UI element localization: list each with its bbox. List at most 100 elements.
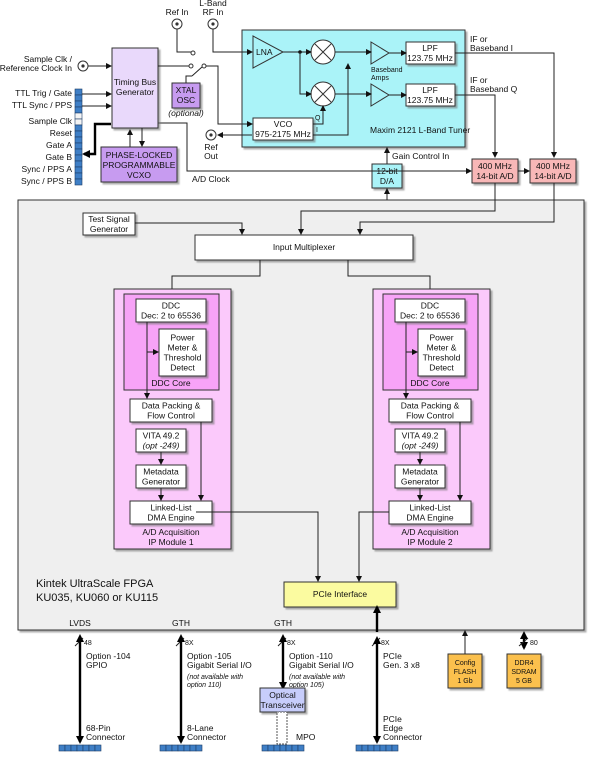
power-meter-box-text: Power: [170, 333, 194, 343]
svg-text:400 MHz: 400 MHz: [478, 161, 512, 171]
ddc-core-label: DDC Core: [410, 378, 449, 388]
svg-text:123.75 MHz: 123.75 MHz: [407, 53, 453, 63]
metadata-box-text: Metadata: [143, 467, 179, 477]
acquisition-module-1: DDC Core DDCDec: 2 to 65536 PowerMeter &Th…: [113, 288, 232, 550]
out-i-label-2: Baseband I: [470, 43, 513, 53]
ref-in-connector[interactable]: [171, 18, 183, 30]
svg-text:D/A: D/A: [380, 176, 395, 186]
mpo-label: MPO: [296, 732, 316, 742]
sample-clk-label-2: Reference Clock In: [0, 63, 72, 73]
power-meter-box-text: Meter &: [168, 343, 198, 353]
dac-box: 12-bit D/A: [371, 163, 403, 189]
svg-text:PROGRAMMABLE: PROGRAMMABLE: [103, 160, 176, 170]
io-width-label: 8X: [185, 640, 194, 647]
optical-transceiver-text: Transceiver: [260, 700, 304, 710]
svg-text:Input Multiplexer: Input Multiplexer: [273, 242, 336, 252]
vita-box-text: (opt -249): [143, 441, 180, 451]
svg-text:VCO: VCO: [274, 119, 293, 129]
xtal-osc: XTAL OSC: [171, 82, 201, 109]
sample-clk-connector[interactable]: [77, 60, 89, 72]
config-flash: Config FLASH 1 Gb: [447, 653, 483, 689]
timing-bus-label: Sample Clk: [29, 116, 73, 126]
svg-text:VCXO: VCXO: [127, 170, 151, 180]
timing-bus-label: Sync / PPS A: [21, 164, 72, 174]
ddc-core-label: DDC Core: [151, 378, 190, 388]
io-port-label: GTH: [274, 618, 292, 628]
ref-out-connector[interactable]: [205, 129, 217, 141]
svg-text:Generator: Generator: [90, 224, 128, 234]
fpga-box: [17, 199, 585, 631]
vcxo-box: PHASE-LOCKED PROGRAMMABLE VCXO: [100, 146, 178, 183]
svg-text:LPF: LPF: [422, 43, 438, 53]
acquisition-module-2: DDC Core DDCDec: 2 to 65536 PowerMeter &Th…: [372, 288, 491, 550]
timing-bus-label: Reset: [50, 128, 73, 138]
data-packing-box-text: Data Packing &: [142, 401, 201, 411]
lband-rf-connector[interactable]: [207, 18, 219, 30]
power-meter-box: PowerMeter &ThresholdDetect: [158, 328, 207, 377]
optical-transceiver-text: Optical: [269, 690, 296, 700]
io-width-label: 48: [84, 640, 92, 647]
lpf-q: LPF 123.75 MHz: [405, 83, 456, 107]
timing-bus-connector[interactable]: [74, 88, 83, 186]
data-packing-box: Data Packing &Flow Control: [388, 398, 472, 423]
ddc-box-text: DDC: [162, 301, 180, 311]
lna-label: LNA: [256, 47, 273, 57]
mixer-i: [310, 39, 336, 65]
connector-icon[interactable]: [58, 744, 102, 752]
optical-transceiver: OpticalTransceiver: [259, 687, 306, 713]
timing-bus-label: Sync / PPS B: [21, 176, 72, 186]
vita-box-text: VITA 49.2: [402, 431, 439, 441]
svg-text:5 GB: 5 GB: [516, 678, 532, 685]
vco-i-label: I: [316, 127, 318, 134]
data-packing-box: Data Packing &Flow Control: [129, 398, 213, 423]
io-channel-2: GTH8XOption -105Gigabit Serial I/O(not a…: [159, 618, 252, 752]
metadata-box: MetadataGenerator: [394, 464, 446, 489]
io-note: option 110): [187, 682, 222, 689]
metadata-box-text: Generator: [401, 477, 439, 487]
io-width-label: 8X: [287, 640, 296, 647]
svg-text:XTAL: XTAL: [176, 85, 197, 95]
ddc-box: DDCDec: 2 to 65536: [135, 298, 207, 323]
io-desc: GPIO: [86, 660, 108, 670]
io-channel-3: GTH8XOption -110Gigabit Serial I/O(not a…: [259, 618, 354, 752]
svg-text:Test Signal: Test Signal: [88, 214, 130, 224]
svg-text:LPF: LPF: [422, 85, 438, 95]
mixer-q: [310, 81, 336, 107]
ddc-box-text: Dec: 2 to 65536: [400, 311, 460, 321]
power-meter-box-text: Detect: [429, 363, 454, 373]
svg-text:Generator: Generator: [116, 87, 154, 97]
vita-box: VITA 49.2(opt -249): [394, 428, 446, 453]
ref-in-label: Ref In: [166, 7, 189, 17]
connector-icon[interactable]: [159, 744, 203, 752]
metadata-box-text: Metadata: [402, 467, 438, 477]
svg-text:14-bit A/D: 14-bit A/D: [534, 171, 571, 181]
ad-clock-label: A/D Clock: [192, 174, 231, 184]
svg-text:975-2175 MHz: 975-2175 MHz: [255, 129, 311, 139]
connector-label: Connector: [383, 732, 422, 742]
block-diagram: Kintek UltraScale FPGA KU035, KU060 or K…: [0, 0, 585, 752]
ddr-width: 80: [530, 640, 538, 647]
connector-icon[interactable]: [355, 744, 399, 752]
connector-icon[interactable]: [261, 744, 305, 752]
io-channel-4: 8XPCIeGen. 3 x8PCIeEdgeConnector: [355, 636, 422, 752]
power-meter-box-text: Meter &: [427, 343, 457, 353]
svg-text:PHASE-LOCKED: PHASE-LOCKED: [106, 150, 173, 160]
svg-text:123.75 MHz: 123.75 MHz: [407, 95, 453, 105]
ddc-box: DDCDec: 2 to 65536: [394, 298, 466, 323]
svg-text:OSC: OSC: [177, 95, 195, 105]
io-desc: Gigabit Serial I/O: [289, 660, 354, 670]
io-port-label: LVDS: [69, 618, 91, 628]
timing-bus-label: TTL Sync / PPS: [12, 100, 72, 110]
data-packing-box-text: Flow Control: [406, 411, 454, 421]
svg-text:14-bit A/D: 14-bit A/D: [476, 171, 513, 181]
module-label-1: A/D Acquisition: [401, 527, 458, 537]
metadata-box: MetadataGenerator: [135, 464, 187, 489]
vita-box-text: (opt -249): [402, 441, 439, 451]
svg-text:SDRAM: SDRAM: [511, 669, 536, 676]
io-desc: Gigabit Serial I/O: [187, 660, 252, 670]
svg-text:1 Gb: 1 Gb: [457, 678, 472, 685]
dma-box-text: Linked-List: [409, 503, 451, 513]
power-meter-box-text: Power: [429, 333, 453, 343]
vita-box: VITA 49.2(opt -249): [135, 428, 187, 453]
io-width-label: 8X: [381, 640, 390, 647]
